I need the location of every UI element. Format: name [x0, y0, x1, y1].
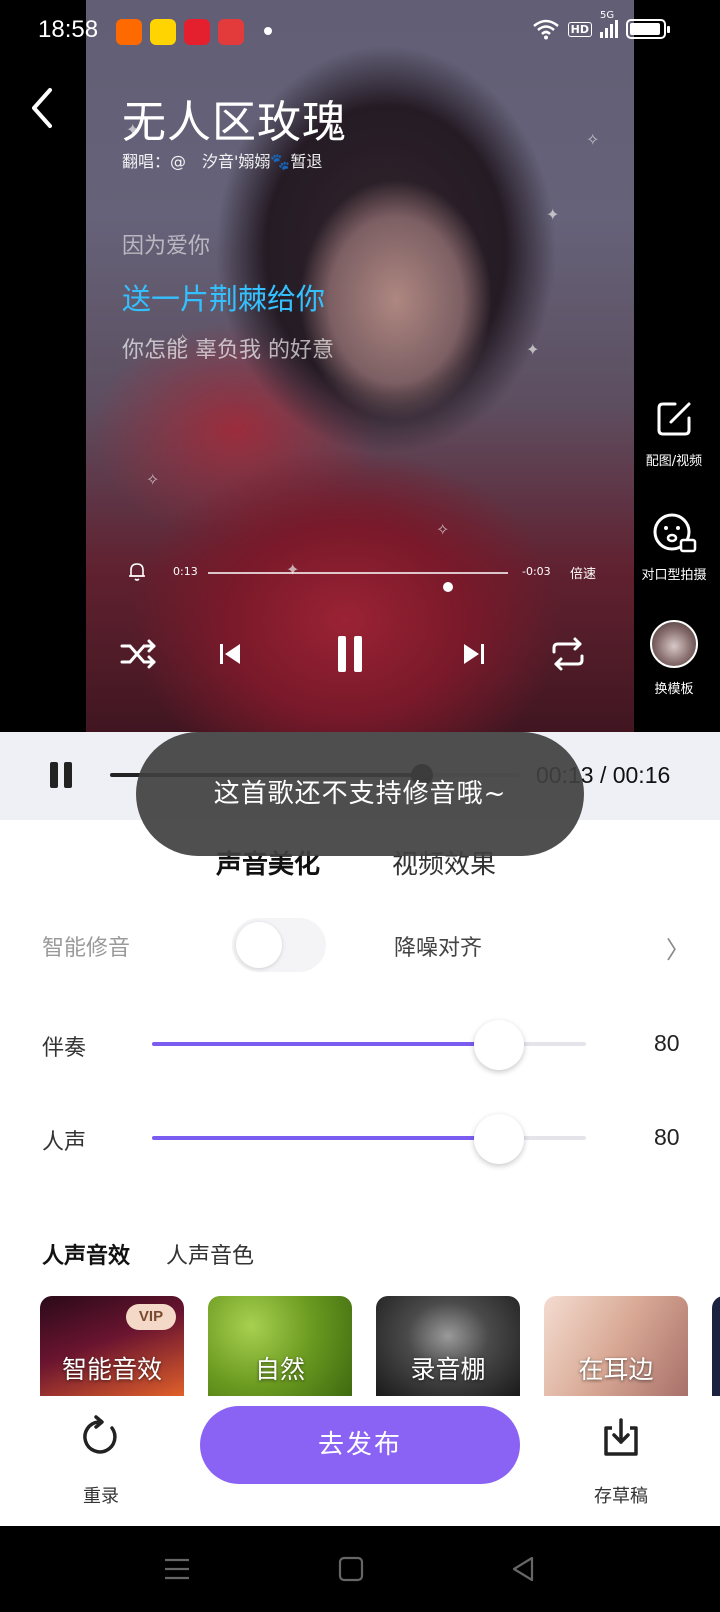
- hd-badge: HD: [567, 21, 592, 37]
- effect-card-studio[interactable]: 录音棚: [376, 1296, 520, 1396]
- vocal-slider-knob[interactable]: [474, 1114, 525, 1164]
- battery-icon: [626, 19, 670, 39]
- effect-tabs: 人声音效 人声音色: [0, 1238, 720, 1278]
- effects-list: VIP 智能音效 自然 录音棚 在耳边: [40, 1296, 720, 1396]
- status-time: 18:58: [38, 16, 99, 43]
- change-template-label: 换模板: [654, 682, 694, 697]
- rerecord-label: 重录: [83, 1486, 119, 1507]
- player-seek-knob[interactable]: [443, 582, 453, 592]
- sparkle-icon: ✧: [586, 130, 600, 149]
- notification-dot: [264, 27, 272, 35]
- toast-message: 这首歌还不支持修音哦~: [136, 732, 584, 856]
- video-preview: ✦ ✦ ✧ ✧ ✦ ✦ ✧ ✧ 18:58 HD 5G 无人区玫瑰 翻唱：@ 汐…: [0, 0, 720, 732]
- smart-tune-label: 智能修音: [42, 936, 131, 961]
- vocal-label: 人声: [42, 1130, 87, 1155]
- next-track-icon[interactable]: [450, 630, 498, 678]
- save-draft-label: 存草稿: [594, 1486, 648, 1507]
- video-app-icon: [218, 19, 244, 45]
- effect-card-smart[interactable]: VIP 智能音效: [40, 1296, 184, 1396]
- accompaniment-slider-row: 伴奏 80: [0, 1014, 720, 1074]
- download-icon: [604, 1418, 638, 1456]
- smart-tune-row: 智能修音 降噪对齐 〉: [0, 912, 720, 978]
- effect-name: 在耳边: [578, 1355, 654, 1384]
- vocal-slider-row: 人声 80: [0, 1108, 720, 1168]
- shuffle-icon[interactable]: [114, 630, 162, 678]
- sparkle-icon: ✦: [546, 205, 560, 224]
- singer-credit[interactable]: 翻唱：@ 汐音'嫋嫋🐾暂退: [122, 148, 322, 172]
- effect-card-natural[interactable]: 自然: [208, 1296, 352, 1396]
- effect-card-in-ear[interactable]: 在耳边: [544, 1296, 688, 1396]
- game-center-app-icon: [150, 19, 176, 45]
- wifi-icon: [532, 19, 559, 40]
- tab-vocal-effects[interactable]: 人声音效: [42, 1238, 131, 1270]
- change-template-button[interactable]: 换模板: [626, 620, 720, 697]
- back-button[interactable]: [22, 84, 62, 132]
- lyric-previous: 因为爱你: [122, 234, 211, 259]
- rerecord-button[interactable]: 重录: [56, 1414, 146, 1508]
- menu-icon[interactable]: [160, 1552, 194, 1586]
- chevron-right-icon[interactable]: 〉: [666, 930, 690, 965]
- toggle-thumb: [236, 922, 282, 968]
- remaining-time: -0:03: [522, 565, 551, 578]
- lip-sync-button[interactable]: 对口型拍摄: [626, 510, 720, 583]
- vip-badge: VIP: [126, 1304, 176, 1330]
- effect-name: 智能音效: [61, 1355, 162, 1384]
- speed-button[interactable]: 倍速: [570, 563, 596, 582]
- effect-name: 录音棚: [410, 1355, 486, 1384]
- mini-program-app-icon: [184, 19, 210, 45]
- status-indicators: HD 5G: [532, 10, 670, 40]
- lyric-current: 送一片荆棘给你: [122, 282, 326, 316]
- save-draft-button[interactable]: 存草稿: [576, 1414, 666, 1508]
- accompaniment-value: 80: [654, 1030, 680, 1056]
- status-bar: 18:58 HD 5G: [0, 0, 720, 64]
- system-nav-bar: [0, 1526, 720, 1612]
- player-progress: 0:13 -0:03 倍速: [126, 558, 626, 592]
- kuaishou-app-icon: [116, 19, 142, 45]
- edit-icon: [657, 402, 691, 436]
- accompaniment-label: 伴奏: [42, 1036, 87, 1061]
- bottom-actions: 重录 去发布 存草稿: [0, 1396, 720, 1526]
- song-title: 无人区玫瑰: [122, 97, 347, 148]
- sparkle-icon: ✧: [146, 470, 160, 489]
- accompaniment-slider[interactable]: [152, 1020, 586, 1070]
- elapsed-time: 0:13: [173, 565, 198, 578]
- noise-align-label[interactable]: 降噪对齐: [394, 930, 482, 962]
- back-nav-icon[interactable]: [506, 1552, 540, 1586]
- picture-video-label: 配图/视频: [645, 454, 703, 469]
- effect-card-more[interactable]: [712, 1296, 720, 1396]
- bell-icon[interactable]: [126, 560, 148, 582]
- vocal-slider[interactable]: [152, 1114, 586, 1164]
- template-avatar: [650, 620, 698, 668]
- sparkle-icon: ✧: [436, 520, 450, 539]
- player-seek-track[interactable]: [208, 572, 508, 592]
- pause-icon[interactable]: [326, 630, 374, 678]
- tab-vocal-timbre[interactable]: 人声音色: [166, 1238, 254, 1270]
- vocal-slider-fill: [152, 1136, 500, 1140]
- accompaniment-slider-fill: [152, 1042, 500, 1046]
- accompaniment-slider-knob[interactable]: [474, 1020, 525, 1070]
- rerecord-icon: [83, 1415, 117, 1454]
- publish-button[interactable]: 去发布: [200, 1406, 520, 1484]
- effect-name: 自然: [254, 1355, 305, 1384]
- lip-sync-icon: [653, 513, 697, 553]
- preview-pause-button[interactable]: [48, 762, 76, 790]
- previous-track-icon[interactable]: [206, 630, 254, 678]
- picture-video-button[interactable]: 配图/视频: [626, 396, 720, 469]
- network-type: 5G: [600, 10, 615, 21]
- signal-icon: 5G: [600, 10, 618, 38]
- lyric-next: 你怎能 辜负我 的好意: [122, 338, 334, 363]
- sparkle-icon: ✦: [526, 340, 540, 359]
- vocal-value: 80: [654, 1124, 680, 1150]
- home-icon[interactable]: [334, 1552, 368, 1586]
- smart-tune-toggle[interactable]: [232, 918, 326, 972]
- repeat-icon[interactable]: [544, 630, 592, 678]
- lip-sync-label: 对口型拍摄: [641, 568, 707, 583]
